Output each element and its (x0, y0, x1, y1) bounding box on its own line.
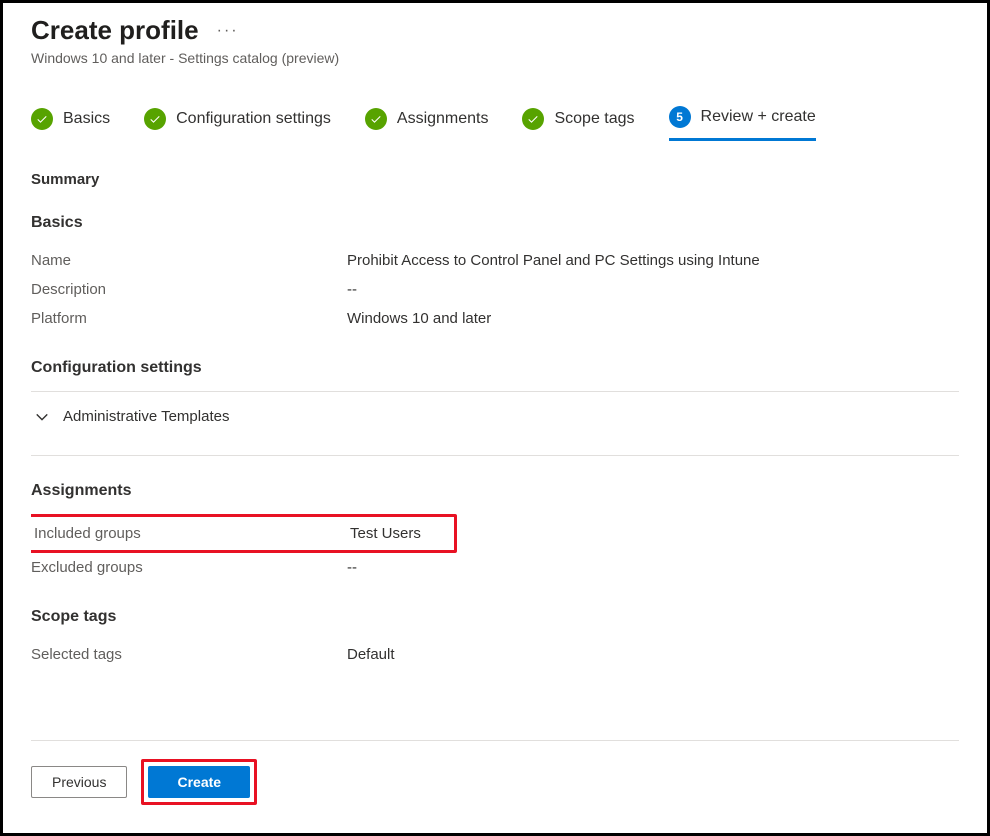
page-subtitle: Windows 10 and later - Settings catalog … (31, 50, 959, 66)
footer-actions: Previous Create (31, 740, 959, 805)
wizard-step-scope-tags[interactable]: Scope tags (522, 106, 634, 141)
check-icon (365, 108, 387, 130)
basics-name-row: Name Prohibit Access to Control Panel an… (31, 246, 959, 275)
included-groups-label: Included groups (34, 525, 350, 542)
divider (31, 455, 959, 456)
wizard-step-basics[interactable]: Basics (31, 106, 110, 141)
scope-heading: Scope tags (31, 608, 959, 626)
wizard-step-label: Configuration settings (176, 110, 331, 128)
wizard-step-assignments[interactable]: Assignments (365, 106, 489, 141)
wizard-step-label: Basics (63, 110, 110, 128)
summary-heading: Summary (31, 171, 959, 188)
highlight-create-button: Create (141, 759, 257, 805)
config-heading: Configuration settings (31, 359, 959, 377)
excluded-groups-row: Excluded groups -- (31, 553, 959, 582)
selected-tags-value: Default (347, 646, 395, 663)
create-button[interactable]: Create (148, 766, 250, 798)
included-groups-row: Included groups Test Users (34, 517, 454, 550)
excluded-groups-label: Excluded groups (31, 559, 347, 576)
check-icon (522, 108, 544, 130)
highlight-included-groups: Included groups Test Users (31, 514, 457, 553)
previous-button[interactable]: Previous (31, 766, 127, 798)
selected-tags-row: Selected tags Default (31, 640, 959, 669)
description-label: Description (31, 281, 347, 298)
basics-platform-row: Platform Windows 10 and later (31, 304, 959, 333)
expander-label: Administrative Templates (63, 408, 229, 425)
name-value: Prohibit Access to Control Panel and PC … (347, 252, 760, 269)
wizard-step-label: Assignments (397, 110, 489, 128)
more-options-icon[interactable]: ··· (217, 22, 239, 40)
wizard-steps: Basics Configuration settings Assignment… (31, 106, 959, 141)
selected-tags-label: Selected tags (31, 646, 347, 663)
step-number-icon: 5 (669, 106, 691, 128)
check-icon (31, 108, 53, 130)
platform-value: Windows 10 and later (347, 310, 491, 327)
basics-description-row: Description -- (31, 275, 959, 304)
excluded-groups-value: -- (347, 559, 357, 576)
page-title: Create profile (31, 15, 199, 46)
description-value: -- (347, 281, 357, 298)
chevron-down-icon (35, 410, 49, 424)
basics-heading: Basics (31, 214, 959, 232)
wizard-step-label: Review + create (701, 108, 816, 126)
included-groups-value: Test Users (350, 525, 421, 542)
admin-templates-expander[interactable]: Administrative Templates (31, 392, 959, 441)
platform-label: Platform (31, 310, 347, 327)
wizard-step-review-create[interactable]: 5 Review + create (669, 106, 816, 141)
check-icon (144, 108, 166, 130)
wizard-step-configuration[interactable]: Configuration settings (144, 106, 331, 141)
assignments-heading: Assignments (31, 482, 959, 500)
wizard-step-label: Scope tags (554, 110, 634, 128)
name-label: Name (31, 252, 347, 269)
